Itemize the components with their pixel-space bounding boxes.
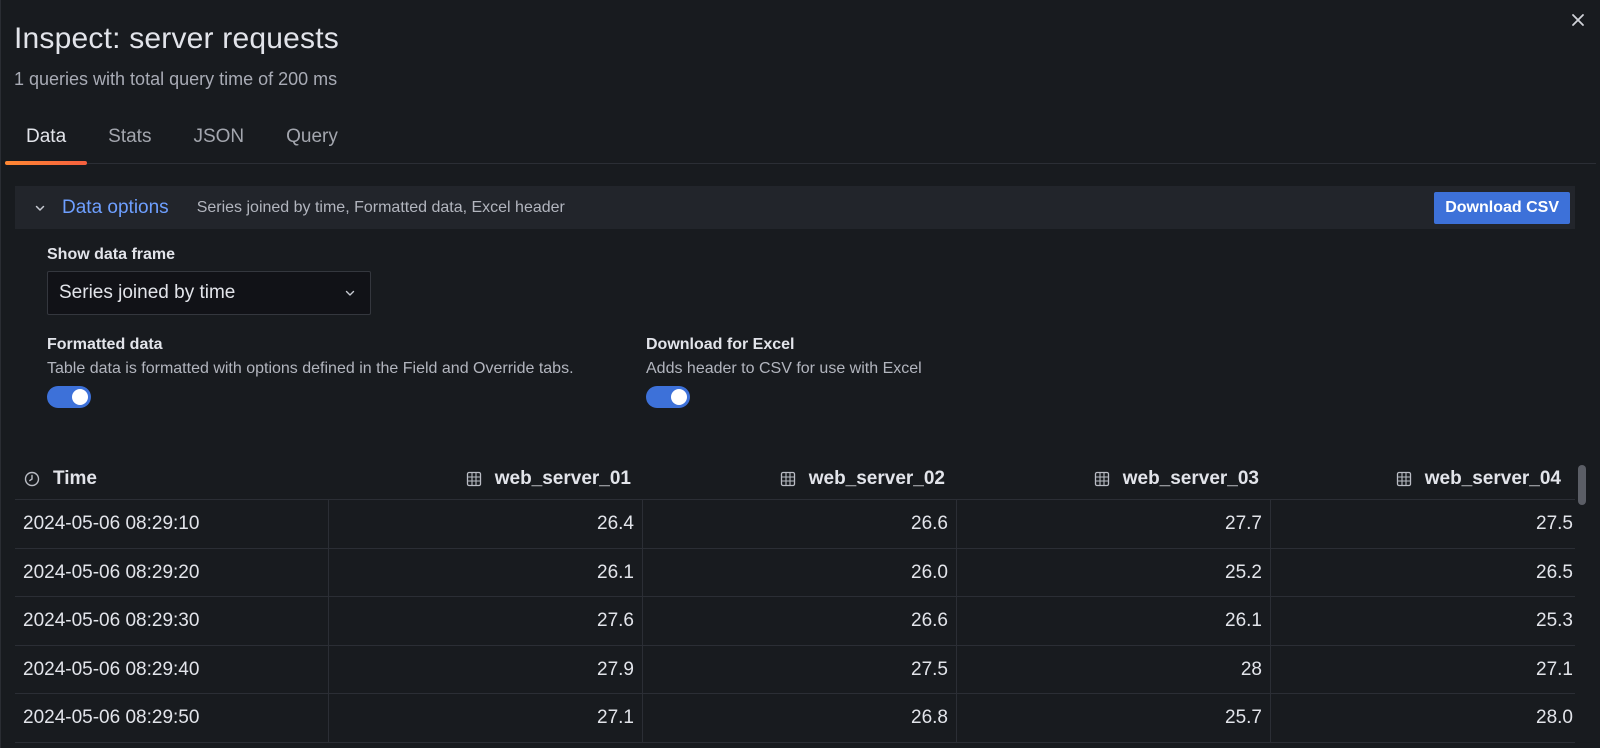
chevron-down-icon bbox=[35, 205, 45, 211]
table-cell: 27.9 bbox=[329, 645, 643, 694]
formatted-data-description: Table data is formatted with options def… bbox=[47, 360, 574, 377]
table-header: Time web_server_01 web_server_02 web_ser… bbox=[15, 458, 1575, 500]
download-excel-label: Download for Excel bbox=[646, 336, 795, 353]
data-frame-select[interactable]: Series joined by time bbox=[47, 271, 371, 315]
tab-bar: Data Stats JSON Query bbox=[5, 114, 1596, 165]
tab-query[interactable]: Query bbox=[265, 114, 359, 164]
formatted-data-toggle[interactable] bbox=[47, 386, 91, 408]
show-data-frame-label: Show data frame bbox=[47, 246, 176, 263]
table-cell: 26.5 bbox=[1536, 561, 1573, 583]
data-table: Time web_server_01 web_server_02 web_ser… bbox=[15, 458, 1575, 743]
download-excel-description: Adds header to CSV for use with Excel bbox=[646, 360, 922, 377]
column-header-web-server-01[interactable]: web_server_01 bbox=[329, 458, 643, 500]
column-header-label: web_server_02 bbox=[808, 468, 945, 489]
table-scrollbar[interactable] bbox=[1578, 465, 1586, 505]
table-icon bbox=[465, 470, 483, 488]
table-cell-time: 2024-05-06 08:29:30 bbox=[15, 597, 329, 645]
column-header-web-server-02[interactable]: web_server_02 bbox=[643, 458, 957, 500]
toggle-knob bbox=[671, 389, 687, 405]
table-icon bbox=[779, 470, 797, 488]
clock-icon bbox=[23, 470, 41, 488]
table-cell: 26.8 bbox=[643, 694, 957, 742]
table-cell: 26.1 bbox=[957, 597, 1271, 645]
table-cell: 26.1 bbox=[329, 548, 643, 597]
table-cell: 27.1 bbox=[1536, 658, 1573, 680]
table-row: 2024-05-06 08:29:40 27.9 27.5 28 27.1 bbox=[15, 645, 1575, 694]
table-row: 2024-05-06 08:29:30 27.6 26.6 26.1 25.3 bbox=[15, 597, 1575, 646]
table-icon bbox=[1395, 470, 1413, 488]
toggle-knob bbox=[72, 389, 88, 405]
table-cell: 26.6 bbox=[643, 597, 957, 645]
inspect-drawer: Inspect: server requests 1 queries with … bbox=[0, 0, 1600, 748]
table-cell-time: 2024-05-06 08:29:50 bbox=[15, 694, 329, 742]
tab-json[interactable]: JSON bbox=[172, 114, 265, 164]
table-cell: 25.7 bbox=[957, 694, 1271, 742]
column-header-label: web_server_03 bbox=[1122, 468, 1259, 489]
table-cell-time: 2024-05-06 08:29:40 bbox=[15, 645, 329, 694]
column-header-web-server-04[interactable]: web_server_04 bbox=[1271, 458, 1575, 500]
tab-stats[interactable]: Stats bbox=[87, 114, 172, 164]
close-icon bbox=[1572, 14, 1584, 26]
data-options-summary: Series joined by time, Formatted data, E… bbox=[196, 198, 565, 216]
table-cell: 25.2 bbox=[957, 548, 1271, 597]
table-cell: 28 bbox=[957, 645, 1271, 694]
table-cell-time: 2024-05-06 08:29:10 bbox=[15, 500, 329, 548]
table-cell: 27.1 bbox=[329, 694, 643, 742]
data-options-toggle[interactable] bbox=[30, 198, 50, 218]
table-row: 2024-05-06 08:29:20 26.1 26.0 25.2 26.5 bbox=[15, 548, 1575, 597]
table-cell: 26.0 bbox=[643, 548, 957, 597]
download-csv-button[interactable]: Download CSV bbox=[1434, 192, 1570, 224]
table-cell: 27.5 bbox=[643, 645, 957, 694]
table-cell: 26.6 bbox=[643, 500, 957, 548]
data-options-title[interactable]: Data options bbox=[62, 197, 169, 219]
table-row: 2024-05-06 08:29:50 27.1 26.8 25.7 28.0 bbox=[15, 694, 1575, 743]
formatted-data-label: Formatted data bbox=[47, 336, 163, 353]
data-frame-select-value: Series joined by time bbox=[59, 282, 236, 303]
column-header-label: web_server_01 bbox=[494, 468, 631, 489]
table-cell: 27.6 bbox=[329, 597, 643, 645]
table-cell: 26.4 bbox=[329, 500, 643, 548]
column-header-label: web_server_04 bbox=[1424, 468, 1561, 489]
close-button[interactable] bbox=[1568, 10, 1588, 30]
tab-data[interactable]: Data bbox=[5, 114, 88, 165]
data-options-header: Data options Series joined by time, Form… bbox=[15, 186, 1575, 229]
drawer-title: Inspect: server requests bbox=[14, 22, 339, 55]
column-header-web-server-03[interactable]: web_server_03 bbox=[957, 458, 1271, 500]
table-cell: 27.5 bbox=[1536, 513, 1573, 534]
table-cell: 27.7 bbox=[957, 500, 1271, 548]
table-cell: 28.0 bbox=[1536, 707, 1573, 728]
table-cell: 25.3 bbox=[1536, 610, 1573, 631]
chevron-down-icon bbox=[345, 290, 355, 296]
column-header-label: Time bbox=[53, 468, 98, 489]
table-cell-time: 2024-05-06 08:29:20 bbox=[15, 548, 329, 597]
download-excel-toggle[interactable] bbox=[646, 386, 690, 408]
table-icon bbox=[1093, 470, 1111, 488]
column-header-time[interactable]: Time bbox=[15, 458, 329, 500]
drawer-subtitle: 1 queries with total query time of 200 m… bbox=[14, 69, 338, 89]
table-row: 2024-05-06 08:29:10 26.4 26.6 27.7 27.5 bbox=[15, 500, 1575, 549]
